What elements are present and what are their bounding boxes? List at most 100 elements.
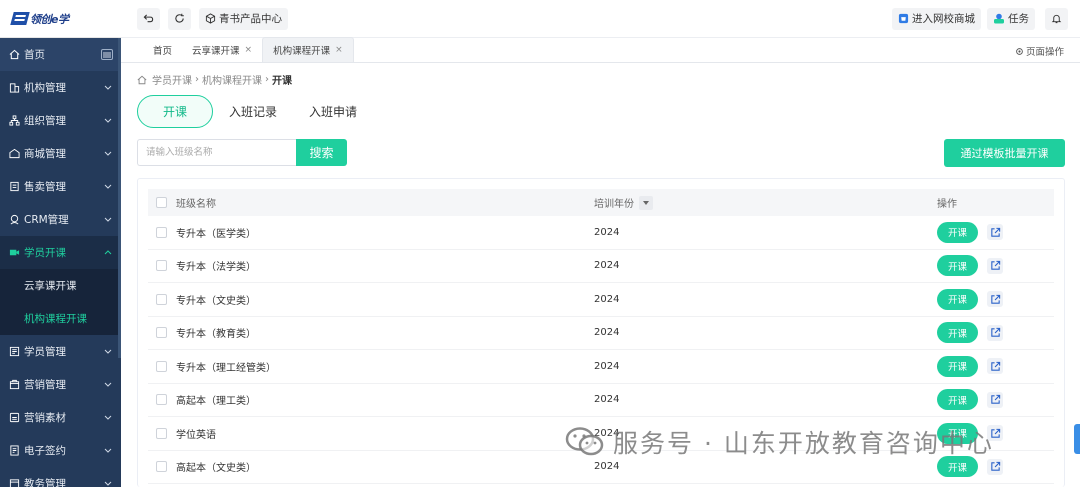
collapse-sidebar-icon[interactable] (101, 49, 113, 60)
row-checkbox[interactable] (156, 293, 167, 305)
table-header: 班级名称 培训年份 操作 (148, 189, 1054, 216)
sidebar-item-academic-mgmt[interactable]: 教务管理 (0, 467, 121, 487)
student-icon (8, 346, 20, 358)
table-row: 专升本（文史类） 2024 开课 (148, 283, 1054, 317)
table-row: 高起本（理工类） 2024 开课 (148, 384, 1054, 417)
logo[interactable]: 领创e学 (10, 11, 69, 27)
floating-edge-handle[interactable] (1074, 424, 1080, 454)
marketing-icon (8, 379, 20, 391)
batch-open-by-template-button[interactable]: 通过模板批量开课 (944, 139, 1065, 167)
chevron-down-icon (103, 215, 113, 225)
open-course-button[interactable]: 开课 (937, 288, 978, 310)
sort-dropdown-icon[interactable] (639, 195, 653, 210)
refresh-button[interactable] (168, 7, 191, 30)
subtabs: 开课 入班记录 入班申请 (137, 95, 373, 128)
table-row: 专升本（理工经管类） 2024 开课 (148, 350, 1054, 384)
logo-text: 领创e学 (30, 12, 69, 26)
breadcrumb-item[interactable]: 机构课程开课 (202, 72, 262, 87)
notifications-button[interactable] (1045, 7, 1068, 30)
open-course-button[interactable]: 开课 (937, 255, 978, 277)
sidebar-item-student-mgmt[interactable]: 学员管理 (0, 335, 121, 368)
row-checkbox[interactable] (156, 427, 167, 439)
sidebar-item-sales-mgmt[interactable]: 售卖管理 (0, 170, 121, 203)
sidebar-item-marketing-mgmt[interactable]: 营销管理 (0, 368, 121, 401)
sidebar: 领创e学 首页 机构管理 组织管理 商城管理 售卖管理 CRM管理 学员开课 云… (0, 0, 121, 487)
chevron-down-icon (103, 413, 113, 423)
row-checkbox[interactable] (156, 360, 167, 372)
external-link-icon[interactable] (987, 458, 1003, 475)
home-icon[interactable] (137, 75, 147, 85)
bell-icon (1051, 13, 1062, 24)
select-all-checkbox[interactable] (156, 197, 167, 208)
crm-icon (8, 214, 20, 226)
row-checkbox[interactable] (156, 394, 167, 406)
sidebar-subitem-org-course[interactable]: 机构课程开课 (0, 302, 121, 335)
building-icon (8, 82, 20, 94)
class-name-cell: 高起本（理工类） (176, 396, 256, 408)
chevron-down-icon (103, 380, 113, 390)
sidebar-item-e-contract[interactable]: 电子签约 (0, 434, 121, 467)
subtab-enroll-requests[interactable]: 入班申请 (293, 95, 373, 128)
row-checkbox[interactable] (156, 260, 167, 272)
product-center-button[interactable]: 青书产品中心 (199, 7, 288, 30)
sidebar-subitem-cloud-course[interactable]: 云享课开课 (0, 269, 121, 302)
settings-icon (1015, 47, 1024, 56)
breadcrumb-item[interactable]: 学员开课 (152, 72, 192, 87)
external-link-icon[interactable] (987, 425, 1003, 442)
enter-mall-button[interactable]: 进入网校商城 (892, 7, 981, 30)
tab-home[interactable]: 首页 (143, 37, 182, 62)
external-link-icon[interactable] (987, 224, 1003, 241)
open-course-button[interactable]: 开课 (937, 422, 978, 444)
close-icon[interactable]: × (245, 45, 253, 55)
row-checkbox[interactable] (156, 461, 167, 473)
external-link-icon[interactable] (987, 358, 1003, 375)
tasks-button[interactable]: 任务 (987, 7, 1035, 30)
contract-icon (8, 445, 20, 457)
sidebar-item-org-mgmt[interactable]: 机构管理 (0, 71, 121, 104)
external-link-icon[interactable] (987, 391, 1003, 408)
year-cell: 2024 (594, 461, 620, 473)
page-operations-button[interactable]: 页面操作 (1015, 44, 1064, 58)
class-name-search-input[interactable] (137, 139, 297, 166)
table-row: 专升本（法学类） 2024 开课 (148, 250, 1054, 283)
subtab-open-course[interactable]: 开课 (137, 95, 213, 128)
back-button[interactable] (137, 7, 160, 30)
chevron-down-icon (103, 182, 113, 192)
refresh-icon (174, 13, 185, 24)
tab-org-course[interactable]: 机构课程开课 × (262, 37, 354, 62)
sidebar-item-crm[interactable]: CRM管理 (0, 203, 121, 236)
class-name-cell: 专升本（法学类） (176, 262, 256, 274)
open-course-button[interactable]: 开课 (937, 456, 978, 478)
product-center-label: 青书产品中心 (219, 13, 282, 25)
open-course-button[interactable]: 开课 (937, 221, 978, 243)
row-checkbox[interactable] (156, 327, 167, 339)
table-row: 学位英语 2024 开课 (148, 417, 1054, 451)
tab-cloud-course[interactable]: 云享课开课 × (182, 37, 262, 62)
sidebar-item-structure-mgmt[interactable]: 组织管理 (0, 104, 121, 137)
class-name-cell: 专升本（医学类） (176, 228, 256, 240)
breadcrumb-separator: › (265, 74, 269, 85)
external-link-icon[interactable] (987, 324, 1003, 341)
year-cell: 2024 (594, 260, 620, 272)
sidebar-item-home[interactable]: 首页 (0, 38, 121, 71)
external-link-icon[interactable] (987, 257, 1003, 274)
sidebar-item-mall-mgmt[interactable]: 商城管理 (0, 137, 121, 170)
table-row: 专升本（医学类） 2024 开课 (148, 216, 1054, 250)
row-checkbox[interactable] (156, 226, 167, 238)
video-icon (8, 247, 20, 259)
year-cell: 2024 (594, 360, 620, 372)
year-cell: 2024 (594, 293, 620, 305)
search-button[interactable]: 搜索 (296, 139, 347, 166)
close-icon[interactable]: × (335, 45, 343, 55)
external-link-icon[interactable] (987, 291, 1003, 308)
year-cell: 2024 (594, 327, 620, 339)
class-name-cell: 专升本（理工经管类） (176, 362, 276, 374)
subtab-enroll-records[interactable]: 入班记录 (213, 95, 293, 128)
header-operations: 操作 (937, 199, 957, 210)
open-course-button[interactable]: 开课 (937, 389, 978, 411)
open-course-button[interactable]: 开课 (937, 355, 978, 377)
sidebar-item-marketing-material[interactable]: 营销素材 (0, 401, 121, 434)
open-course-button[interactable]: 开课 (937, 322, 978, 344)
sidebar-item-student-course[interactable]: 学员开课 (0, 236, 121, 269)
enter-mall-label: 进入网校商城 (912, 13, 975, 25)
